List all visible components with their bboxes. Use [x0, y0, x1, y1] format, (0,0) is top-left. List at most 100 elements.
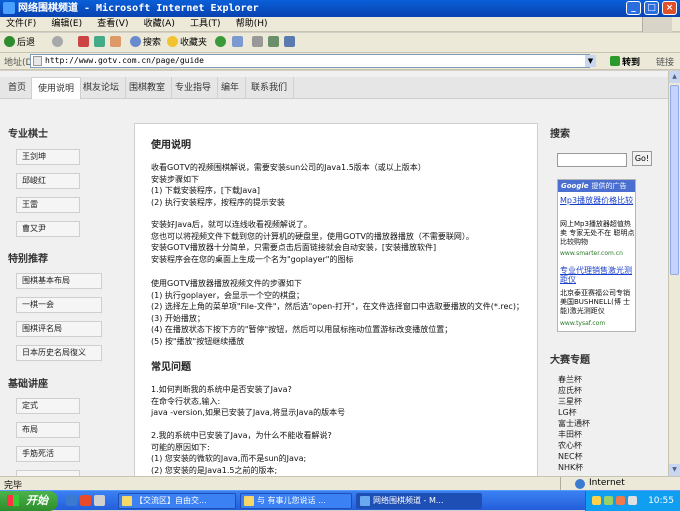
- nav-tab-chronicle[interactable]: 编年: [215, 77, 247, 99]
- favorites-label: 收藏夹: [180, 38, 208, 48]
- page-scrollbar[interactable]: ▲ ▼: [668, 71, 680, 476]
- scroll-thumb[interactable]: [670, 85, 679, 275]
- ad-description: 北京泰亚赛福公司专销美国BUSHNELL(博 士能)激光测距仪: [560, 289, 631, 315]
- taskbar-item[interactable]: 【交流区】自由交...: [118, 493, 236, 509]
- pro-player-link[interactable]: 曹又尹: [16, 221, 80, 237]
- nav-tab-home[interactable]: 首页: [2, 77, 34, 99]
- tray-icon[interactable]: [604, 496, 613, 505]
- edit-button[interactable]: [268, 36, 281, 50]
- media-button[interactable]: [215, 36, 228, 50]
- favorites-button[interactable]: 收藏夹: [167, 36, 207, 50]
- menu-file[interactable]: 文件(F): [0, 17, 42, 32]
- stop-icon: [78, 36, 89, 47]
- menu-help[interactable]: 帮助(H): [230, 17, 274, 32]
- pro-player-link[interactable]: 邱峻红: [16, 173, 80, 189]
- menu-bar: 文件(F) 编辑(E) 查看(V) 收藏(A) 工具(T) 帮助(H): [0, 17, 680, 32]
- messenger-button[interactable]: [284, 36, 297, 50]
- tray-icon[interactable]: [628, 496, 637, 505]
- close-button[interactable]: ×: [662, 1, 677, 15]
- address-input[interactable]: http://www.gotv.com.cn/page/guide: [30, 54, 590, 68]
- menu-favorites[interactable]: 收藏(A): [138, 17, 181, 32]
- print-button[interactable]: [252, 36, 265, 50]
- desktop-quicklaunch-icon[interactable]: [94, 495, 105, 506]
- nav-tab-guide[interactable]: 使用说明: [31, 77, 82, 99]
- star-icon: [167, 36, 178, 47]
- nav-tab-contact[interactable]: 联系我们: [245, 77, 295, 99]
- event-link[interactable]: 三星杯: [558, 397, 582, 407]
- event-link[interactable]: 丰田杯: [558, 430, 582, 440]
- google-logo: Google: [561, 182, 589, 190]
- app-quicklaunch-icon[interactable]: [80, 495, 91, 506]
- guide-line: 您也可以将视频文件下载到您的计算机的硬盘里，使用GOTV的播放器播放（不需要联网…: [151, 231, 474, 241]
- tray-icon[interactable]: [592, 496, 601, 505]
- maximize-button[interactable]: □: [644, 1, 659, 15]
- address-dropdown-icon[interactable]: ▼: [585, 55, 596, 67]
- google-ads-box: Google 提供的广告 Mp3播放器价格比较 网上Mp3播放器超值热卖 专家无处…: [557, 179, 636, 332]
- taskbar-item-label: 【交流区】自由交...: [135, 496, 207, 505]
- recommend-link[interactable]: 围棋评名局: [16, 321, 102, 337]
- nav-tab-forum[interactable]: 棋友论坛: [77, 77, 127, 99]
- event-link[interactable]: 应氏杯: [558, 386, 582, 396]
- event-link[interactable]: 富士通杯: [558, 419, 590, 429]
- zone-label: Internet: [589, 478, 625, 488]
- recommend-link[interactable]: 围棋基本布局: [16, 273, 102, 289]
- pro-player-link[interactable]: 王雷: [16, 197, 80, 213]
- back-button[interactable]: 后退: [4, 36, 35, 50]
- ad-url[interactable]: www.smarter.com.cn: [560, 250, 623, 257]
- ad-url[interactable]: www.tysaf.com: [560, 320, 605, 327]
- site-nav: 首页 使用说明 棋友论坛 围棋教室 专业指导 编年 联系我们: [0, 77, 668, 99]
- stop-button[interactable]: [78, 36, 91, 50]
- mail-button[interactable]: [232, 36, 245, 50]
- taskbar-item-active[interactable]: 网络围棋频道 - M...: [356, 493, 482, 509]
- recommend-link[interactable]: 日本历史名局復义: [16, 345, 102, 361]
- scroll-up-icon[interactable]: ▲: [669, 71, 680, 83]
- window-titlebar[interactable]: 网络围棋频道 - Microsoft Internet Explorer _ □…: [0, 0, 680, 17]
- taskbar-item-label: 与 有事儿您说话 ...: [257, 496, 326, 505]
- minimize-button[interactable]: _: [626, 1, 641, 15]
- security-zone: Internet: [560, 477, 680, 491]
- window-title: 网络围棋频道 - Microsoft Internet Explorer: [18, 3, 259, 14]
- course-link[interactable]: 布局: [16, 422, 80, 438]
- course-heading: 基础讲座: [8, 379, 48, 390]
- install-player-link[interactable]: [安装播放软件]: [382, 243, 436, 252]
- ad-title-link[interactable]: 专业代理销售激光测距仪: [560, 266, 635, 284]
- menu-view[interactable]: 查看(V): [91, 17, 134, 32]
- go-button[interactable]: 转到: [609, 55, 640, 68]
- pro-player-link[interactable]: 王剑坤: [16, 149, 80, 165]
- ie-quicklaunch-icon[interactable]: [66, 495, 77, 506]
- home-button[interactable]: [110, 36, 123, 50]
- refresh-button[interactable]: [94, 36, 107, 50]
- ie-icon: [360, 496, 370, 506]
- faq-line: 在命令行状态,输入:: [151, 396, 221, 406]
- ad-title-link[interactable]: Mp3播放器价格比较: [560, 196, 635, 205]
- page-icon: [33, 56, 42, 66]
- tray-icon[interactable]: [616, 496, 625, 505]
- site-search-input[interactable]: [557, 153, 627, 167]
- scroll-down-icon[interactable]: ▼: [669, 464, 680, 476]
- start-button[interactable]: 开始: [0, 491, 58, 511]
- course-link[interactable]: 手筋死活: [16, 446, 80, 462]
- nav-tab-pro-guide[interactable]: 专业指导: [169, 77, 219, 99]
- event-link[interactable]: 春兰杯: [558, 375, 582, 385]
- guide-line: (3) 开始播放；: [151, 313, 205, 323]
- toolbar: 后退 搜索 收藏夹: [0, 33, 680, 53]
- recommend-link[interactable]: 一棋一会: [16, 297, 102, 313]
- event-link[interactable]: LG杯: [558, 408, 577, 418]
- download-java-link[interactable]: [下载Java]: [221, 186, 260, 195]
- event-link[interactable]: NHK杯: [558, 463, 583, 473]
- event-link[interactable]: NEC杯: [558, 452, 583, 462]
- globe-icon: [575, 479, 585, 489]
- menu-edit[interactable]: 编辑(E): [45, 17, 88, 32]
- event-link[interactable]: 农心杯: [558, 441, 582, 451]
- nav-tab-classroom[interactable]: 围棋教室: [123, 77, 173, 99]
- guide-line: 安装好Java后，就可以连线收看视频解说了。: [151, 220, 312, 229]
- menu-tools[interactable]: 工具(T): [184, 17, 227, 32]
- faq-line: 1.如何判断我的系统中是否安装了Java?: [151, 385, 292, 394]
- guide-line: (4) 在播放状态下按下方的"暂停"按钮，然后可以用鼠标拖动位置游标改变播放位置…: [151, 325, 453, 334]
- course-link[interactable]: 定式: [16, 398, 80, 414]
- links-button[interactable]: 链接: [656, 55, 674, 68]
- search-button[interactable]: 搜索: [130, 36, 161, 50]
- site-search-button[interactable]: Go!: [632, 151, 652, 166]
- taskbar-item[interactable]: 与 有事儿您说话 ...: [240, 493, 352, 509]
- forward-button[interactable]: [52, 36, 65, 50]
